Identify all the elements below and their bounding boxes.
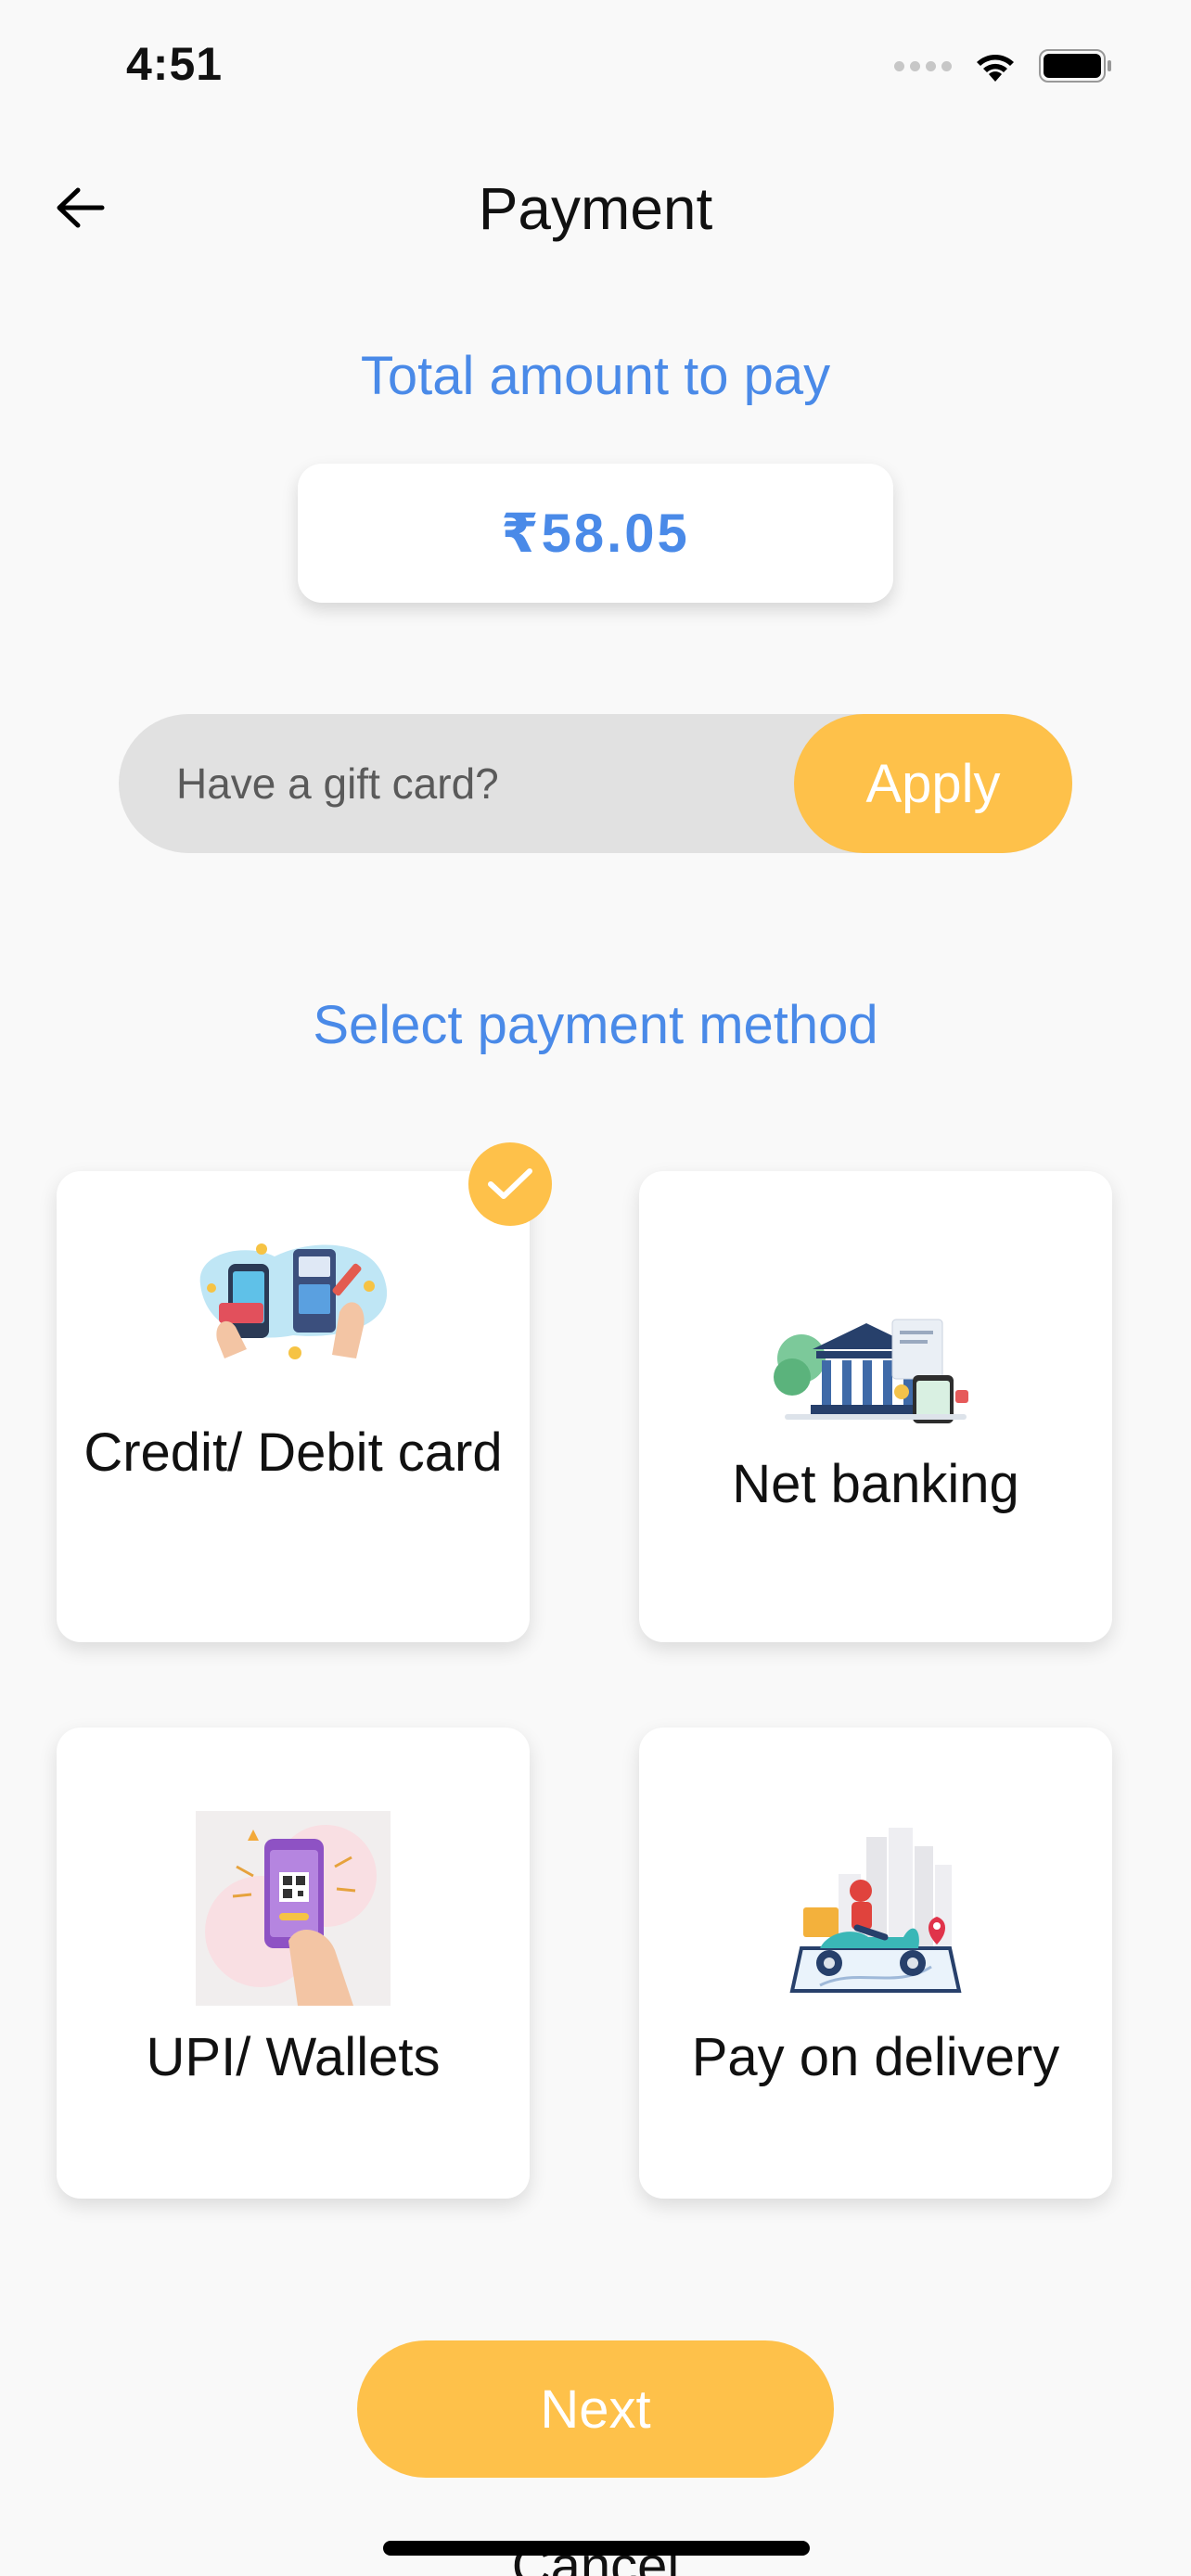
credit-card-illustration-icon: [199, 1243, 388, 1359]
payment-option-label: Pay on delivery: [691, 2027, 1060, 2087]
bank-building-illustration-icon: [774, 1319, 968, 1423]
payment-option-card[interactable]: Pay on delivery: [639, 1728, 1112, 2199]
gift-card-row: Apply: [119, 714, 1072, 853]
upi-phone-illustration-icon: [196, 1811, 391, 2006]
checkmark-icon: [488, 1168, 532, 1199]
apply-button[interactable]: Apply: [794, 714, 1072, 853]
status-icons: [894, 48, 1113, 83]
amount-box: ₹58.05: [298, 464, 893, 603]
selected-check-badge: [468, 1142, 552, 1226]
payment-option-card[interactable]: Net banking: [639, 1171, 1112, 1642]
payment-option-card[interactable]: UPI/ Wallets: [57, 1728, 530, 2199]
page-title: Payment: [478, 175, 713, 242]
battery-icon: [1039, 49, 1111, 83]
amount-heading: Total amount to pay: [360, 346, 831, 406]
delivery-scooter-illustration-icon: [789, 1828, 962, 1993]
status-time: 4:51: [126, 38, 224, 90]
amount-value: ₹58.05: [501, 504, 690, 564]
payment-option-label: Net banking: [732, 1454, 1019, 1514]
wifi-icon: [977, 55, 1014, 82]
payment-screen: 4:51 Payment Total amount to pay ₹58.05 …: [0, 0, 1191, 2576]
payment-option-card[interactable]: Credit/ Debit card: [57, 1171, 530, 1642]
gift-card-input[interactable]: [119, 714, 805, 853]
home-indicator: [383, 2541, 810, 2556]
payment-option-label: UPI/ Wallets: [146, 2027, 441, 2087]
payment-method-heading: Select payment method: [313, 995, 878, 1055]
next-button[interactable]: Next: [357, 2340, 834, 2478]
cellular-signal-icon: [894, 60, 952, 71]
payment-option-label: Credit/ Debit card: [83, 1422, 503, 1483]
